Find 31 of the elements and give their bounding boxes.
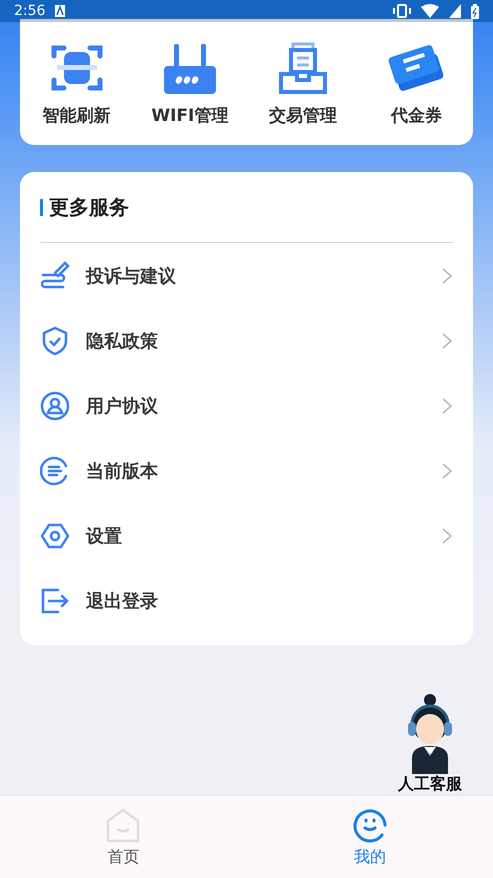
menu-item[interactable]: 隐私政策 — [86, 328, 425, 352]
quick-action[interactable]: 交易管理 — [246, 40, 360, 127]
notification-icon — [55, 5, 66, 17]
nav-tab[interactable]: 首页 — [0, 796, 246, 878]
signal-icon — [449, 4, 461, 18]
quick-action[interactable]: WIFI管理 — [133, 40, 246, 127]
pen-icon — [40, 260, 70, 290]
quick-action[interactable]: 代金券 — [360, 40, 473, 127]
menu-item[interactable]: 退出登录 — [86, 588, 453, 612]
user-icon — [40, 390, 70, 420]
support-label[interactable]: 人工客服 — [398, 774, 462, 795]
wifi-icon — [421, 4, 439, 18]
section-title: 更多服务 — [49, 194, 129, 220]
chevron-right-icon — [441, 462, 453, 480]
shield-check-icon — [40, 326, 70, 356]
menu-item[interactable]: 当前版本 — [86, 458, 425, 482]
vibrate-icon — [393, 4, 411, 18]
list-icon — [40, 456, 70, 486]
status-time: 2:56 — [14, 3, 46, 19]
chevron-right-icon — [441, 396, 453, 414]
chevron-right-icon — [441, 526, 453, 544]
title-bar — [40, 198, 43, 216]
menu-item[interactable]: 用户协议 — [86, 394, 425, 418]
quick-action[interactable]: 智能刷新 — [20, 40, 134, 127]
chevron-right-icon — [441, 332, 453, 350]
menu-item[interactable]: 投诉与建议 — [86, 264, 425, 288]
nav-tab[interactable]: 我的 — [246, 796, 493, 878]
smiley-icon — [352, 806, 388, 842]
chevron-right-icon — [441, 266, 453, 284]
home-icon — [105, 806, 142, 842]
menu-item[interactable]: 设置 — [86, 524, 425, 548]
